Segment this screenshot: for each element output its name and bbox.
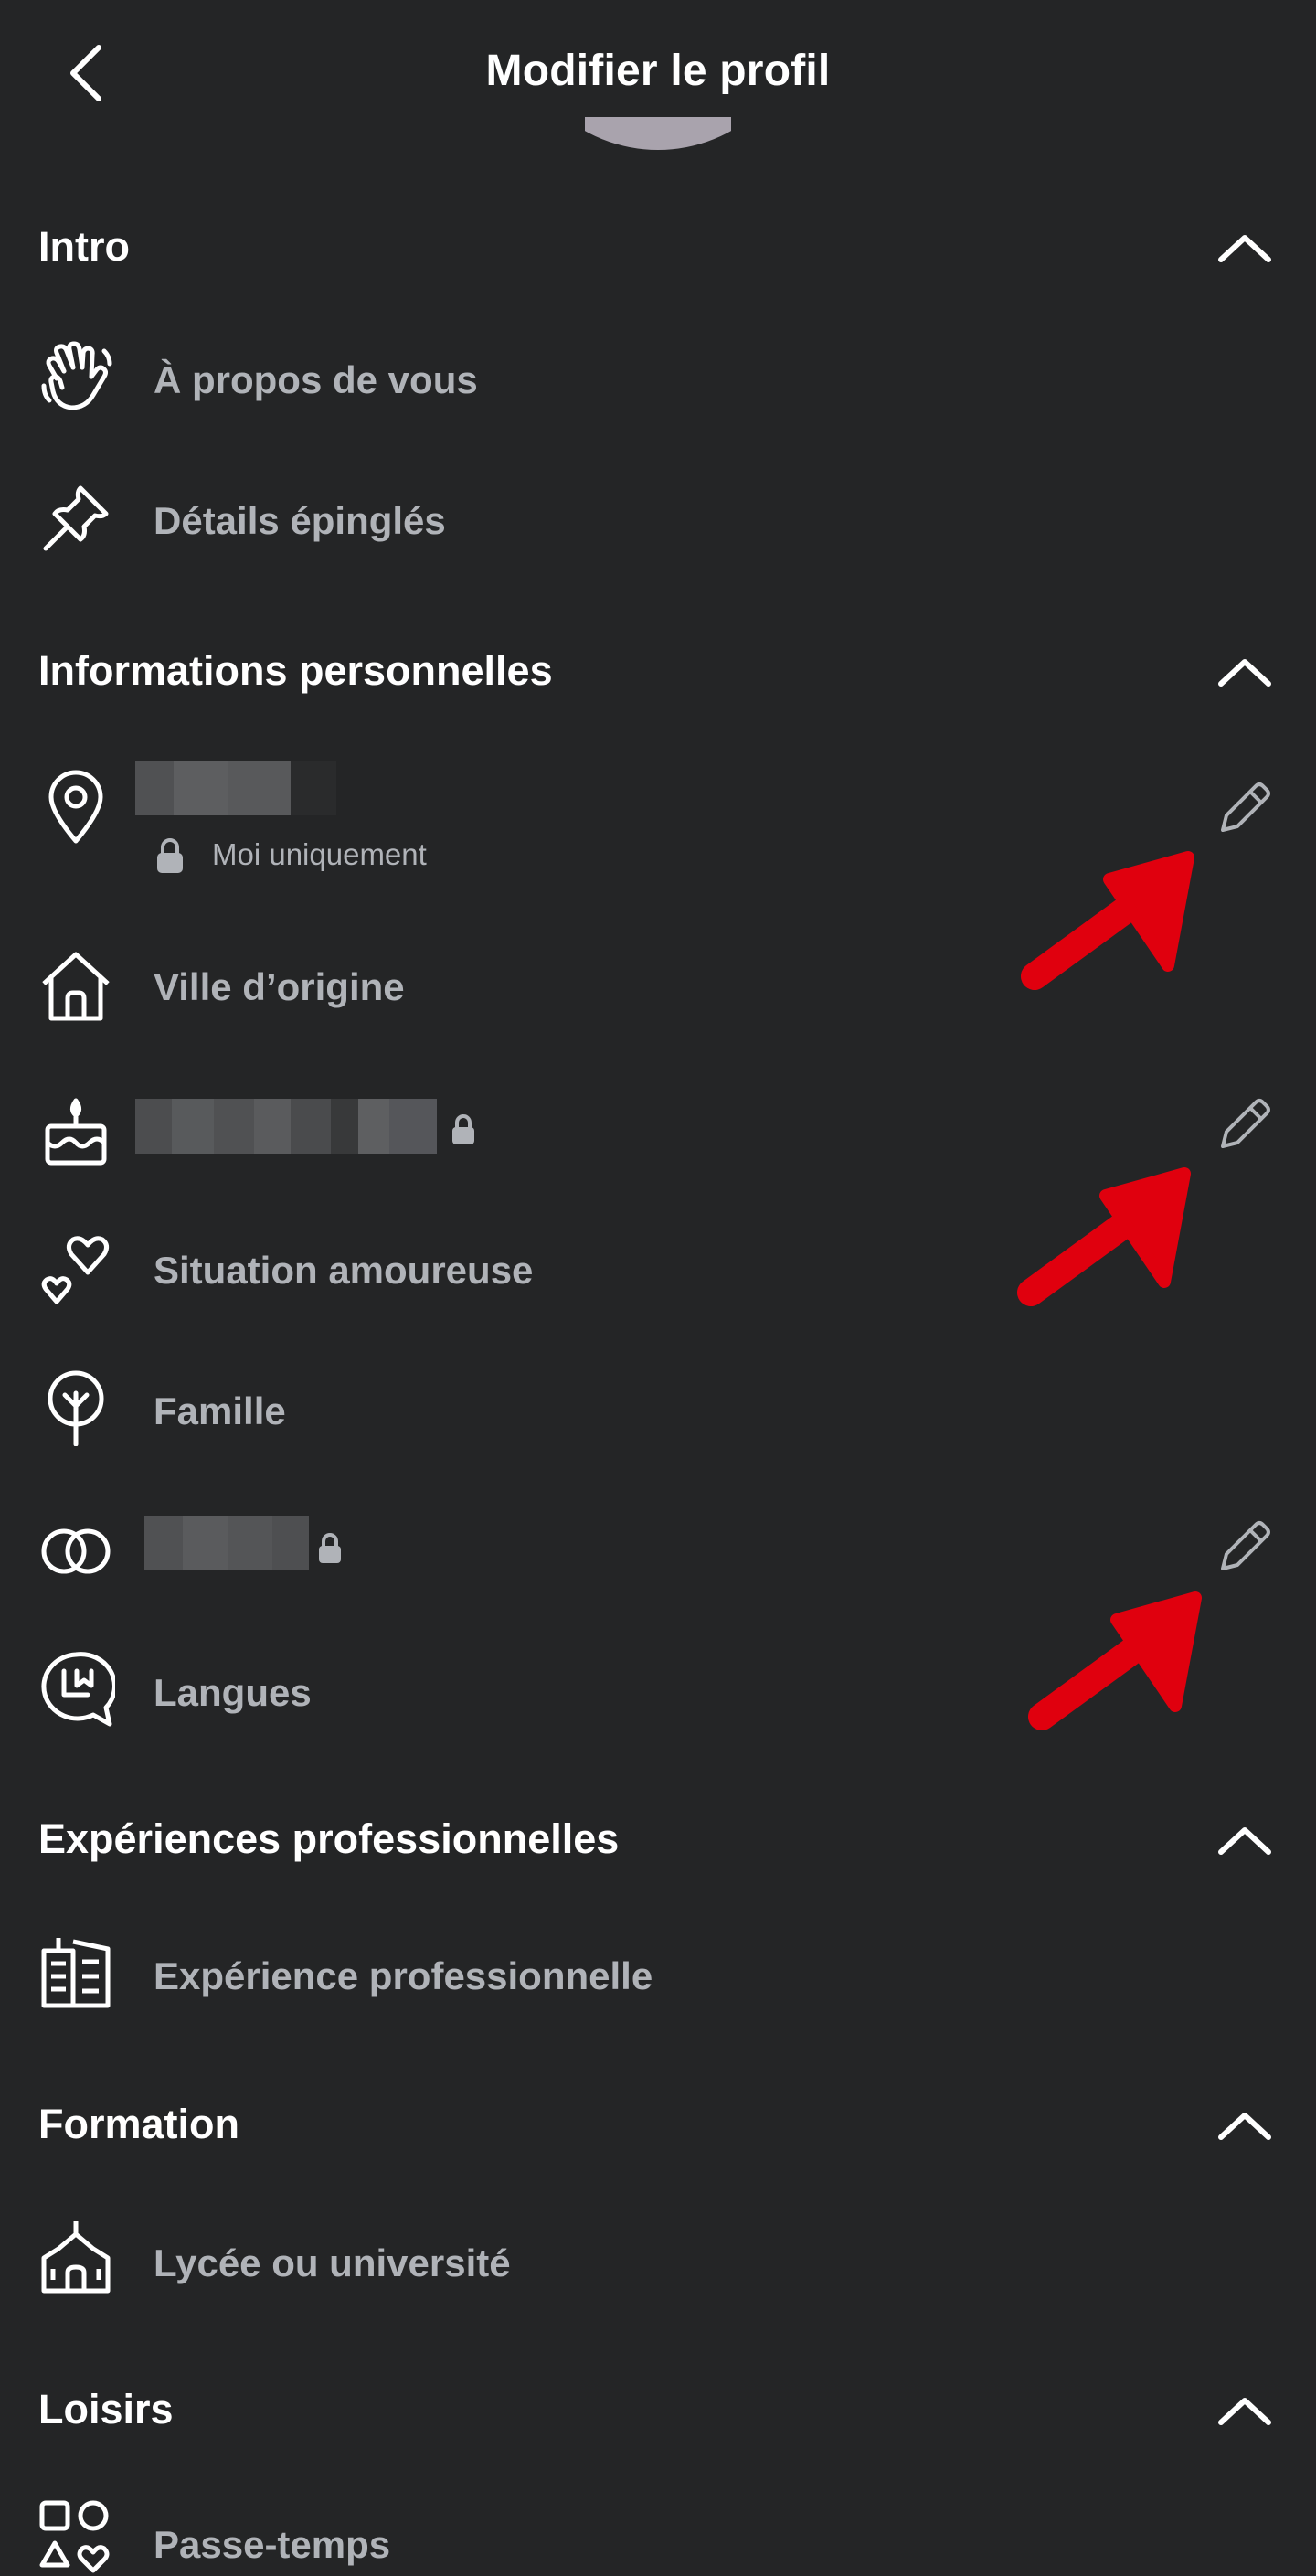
pencil-icon <box>1221 782 1270 832</box>
lock-icon <box>452 1114 474 1144</box>
house-icon <box>42 952 110 1021</box>
edit-gender-button[interactable] <box>1212 1514 1278 1580</box>
list-item-hobbies[interactable]: Passe-temps <box>0 2490 1316 2573</box>
hearts-icon <box>41 1236 110 1304</box>
list-item-work-experience[interactable]: Expérience professionnelle <box>0 1920 1316 2029</box>
chevron-up-icon <box>1218 235 1271 262</box>
chevron-up-icon <box>1218 1827 1271 1855</box>
school-building-icon <box>41 2221 111 2294</box>
lock-icon <box>319 1533 341 1563</box>
privacy-label: Moi uniquement <box>212 837 427 871</box>
list-item-label: Langues <box>154 1671 312 1714</box>
annotation-arrow <box>1028 1591 1202 1730</box>
list-item-label: Famille <box>154 1389 286 1432</box>
edit-birthday-button[interactable] <box>1212 1091 1278 1157</box>
pencil-icon <box>1221 1521 1270 1570</box>
list-item-education[interactable]: Lycée ou université <box>0 2207 1316 2316</box>
lock-icon <box>157 838 183 873</box>
list-item-label: À propos de vous <box>154 358 478 401</box>
pencil-icon <box>1221 1099 1270 1148</box>
pin-icon <box>43 485 109 551</box>
section-title-hobbies: Loisirs <box>38 2386 174 2432</box>
waving-hand-icon <box>41 341 112 410</box>
chevron-up-icon <box>1218 659 1271 687</box>
section-title-intro: Intro <box>38 223 130 270</box>
collapse-education-button[interactable] <box>1215 2108 1274 2145</box>
redacted-value <box>144 1516 309 1570</box>
avatar <box>585 117 731 154</box>
chevron-up-icon <box>1218 2398 1271 2425</box>
page-title: Modifier le profil <box>485 47 831 95</box>
birthday-cake-icon <box>45 1098 107 1166</box>
section-title-education: Formation <box>38 2101 239 2147</box>
redacted-value <box>135 761 336 815</box>
list-item-label: Lycée ou université <box>154 2241 511 2284</box>
collapse-personal-button[interactable] <box>1215 655 1274 691</box>
office-building-icon <box>41 1938 111 2008</box>
collapse-work-button[interactable] <box>1215 1823 1274 1859</box>
list-item-label: Ville d’origine <box>154 965 405 1008</box>
section-title-personal: Informations personnelles <box>38 647 553 694</box>
family-tree-icon <box>48 1370 104 1446</box>
annotation-arrow <box>1021 851 1194 990</box>
list-item-label: Situation amoureuse <box>154 1249 534 1292</box>
redacted-value <box>135 1099 437 1154</box>
collapse-intro-button[interactable] <box>1215 230 1274 267</box>
section-title-work: Expériences professionnelles <box>38 1815 620 1862</box>
collapse-hobbies-button[interactable] <box>1215 2393 1274 2430</box>
chevron-up-icon <box>1218 2113 1271 2140</box>
interlocked-rings-icon <box>41 1528 111 1574</box>
speech-bubble-icon <box>41 1652 115 1727</box>
list-item-about[interactable]: À propos de vous <box>0 329 1316 439</box>
annotation-arrow <box>1017 1167 1191 1306</box>
list-item-label: Détails épinglés <box>154 499 446 542</box>
list-item-label: Passe-temps <box>154 2523 391 2566</box>
location-pin-icon <box>48 770 103 844</box>
edit-current-city-button[interactable] <box>1212 775 1278 841</box>
shapes-icon <box>39 2500 110 2573</box>
list-item-pinned-details[interactable]: Détails épinglés <box>0 468 1316 578</box>
list-item-label: Expérience professionnelle <box>154 1954 653 1997</box>
list-item-family[interactable]: Famille <box>0 1353 1316 1463</box>
